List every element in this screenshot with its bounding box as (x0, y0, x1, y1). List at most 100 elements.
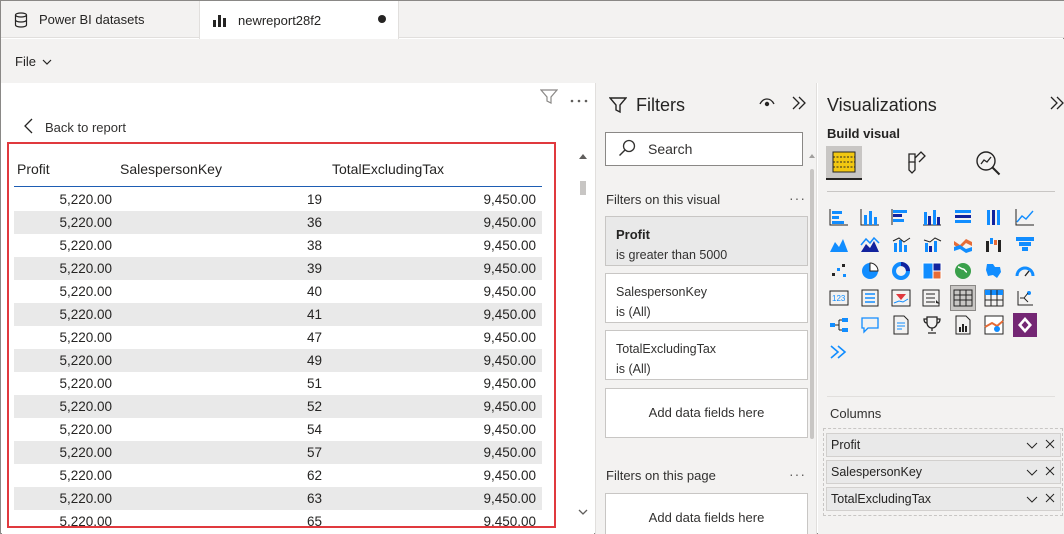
table-scrollbar[interactable] (578, 153, 588, 518)
scroll-thumb[interactable] (810, 169, 814, 439)
table-row[interactable]: 5,220.00 49 9,450.00 (14, 349, 542, 372)
field-pill-salespersonkey[interactable]: SalespersonKey (826, 460, 1061, 484)
clustered-column-chart-icon[interactable] (920, 205, 944, 229)
line-chart-icon[interactable] (1013, 205, 1037, 229)
table-row[interactable]: 5,220.00 40 9,450.00 (14, 280, 542, 303)
stacked-bar-chart-icon[interactable] (827, 205, 851, 229)
more-visuals-chevron-icon[interactable] (827, 340, 851, 364)
donut-chart-icon[interactable] (889, 259, 913, 283)
map-icon[interactable] (951, 259, 975, 283)
table-row[interactable]: 5,220.00 39 9,450.00 (14, 257, 542, 280)
smart-narrative-icon[interactable] (889, 313, 913, 337)
more-options-icon[interactable] (570, 91, 588, 106)
close-icon[interactable] (1044, 465, 1056, 480)
eye-icon[interactable] (759, 97, 775, 112)
pie-chart-icon[interactable] (858, 259, 882, 283)
paginated-report-icon[interactable] (951, 313, 975, 337)
more-options-icon[interactable]: ··· (789, 190, 806, 206)
field-pill-profit[interactable]: Profit (826, 433, 1061, 457)
file-menu[interactable]: File (15, 54, 52, 69)
line-and-stacked-column-chart-icon[interactable] (889, 232, 913, 256)
100-stacked-bar-chart-icon[interactable] (951, 205, 975, 229)
matrix-icon[interactable] (982, 286, 1006, 310)
table-row[interactable]: 5,220.00 52 9,450.00 (14, 395, 542, 418)
column-header-totalexcludingtax[interactable]: TotalExcludingTax (332, 161, 444, 177)
column-header-salespersonkey[interactable]: SalespersonKey (120, 161, 222, 177)
collapse-pane-icon[interactable] (792, 96, 806, 113)
table-row[interactable]: 5,220.00 62 9,450.00 (14, 464, 542, 487)
multi-row-card-icon[interactable] (858, 286, 882, 310)
power-apps-icon[interactable] (1013, 313, 1037, 337)
table-cell: 9,450.00 (483, 422, 536, 437)
tab-newreport[interactable]: newreport28f2 (199, 1, 399, 39)
area-chart-icon[interactable] (827, 232, 851, 256)
azure-map-icon[interactable] (982, 313, 1006, 337)
treemap-icon[interactable] (920, 259, 944, 283)
filter-card-condition: is greater than 5000 (616, 248, 728, 262)
100-stacked-column-chart-icon[interactable] (982, 205, 1006, 229)
format-visual-icon[interactable] (898, 146, 934, 180)
analytics-icon[interactable] (970, 146, 1006, 180)
table-row[interactable]: 5,220.00 65 9,450.00 (14, 510, 542, 526)
scatter-chart-icon[interactable] (827, 259, 851, 283)
kpi-icon[interactable] (889, 286, 913, 310)
waterfall-chart-icon[interactable] (982, 232, 1006, 256)
table-row[interactable]: 5,220.00 57 9,450.00 (14, 441, 542, 464)
add-data-fields-page-dropzone[interactable]: Add data fields here (605, 493, 808, 534)
table-row[interactable]: 5,220.00 63 9,450.00 (14, 487, 542, 510)
table-icon[interactable] (950, 285, 976, 311)
table-row[interactable]: 5,220.00 41 9,450.00 (14, 303, 542, 326)
back-to-report-button[interactable]: Back to report (24, 118, 126, 137)
filter-card-totalexcludingtax[interactable]: TotalExcludingTax is (All) (605, 330, 808, 380)
report-canvas: Back to report Profit SalespersonKey Tot… (2, 83, 594, 534)
filter-card-salespersonkey[interactable]: SalespersonKey is (All) (605, 273, 808, 323)
table-cell: 5,220.00 (59, 284, 112, 299)
q-and-a-icon[interactable] (858, 313, 882, 337)
close-icon[interactable] (1044, 438, 1056, 453)
table-cell: 36 (306, 215, 322, 230)
table-row[interactable]: 5,220.00 51 9,450.00 (14, 372, 542, 395)
decomposition-tree-icon[interactable] (1013, 286, 1037, 310)
chevron-down-icon[interactable] (1026, 466, 1038, 480)
scroll-thumb[interactable] (580, 181, 586, 195)
column-header-profit[interactable]: Profit (17, 161, 50, 177)
table-cell: 9,450.00 (483, 307, 536, 322)
stacked-column-chart-icon[interactable] (858, 205, 882, 229)
table-row[interactable]: 5,220.00 47 9,450.00 (14, 326, 542, 349)
key-influencers-icon[interactable] (827, 313, 851, 337)
chevron-down-icon[interactable] (1026, 439, 1038, 453)
funnel-chart-icon[interactable] (1013, 232, 1037, 256)
table-row[interactable]: 5,220.00 36 9,450.00 (14, 211, 542, 234)
chevron-down-icon[interactable] (1026, 493, 1038, 507)
collapse-pane-icon[interactable] (1050, 96, 1064, 113)
filled-map-icon[interactable] (982, 259, 1006, 283)
filter-icon[interactable] (539, 89, 559, 108)
field-pill-totalexcludingtax[interactable]: TotalExcludingTax (826, 487, 1061, 511)
table-cell: 9,450.00 (483, 192, 536, 207)
filters-on-page-label: Filters on this page (606, 468, 716, 483)
table-cell: 9,450.00 (483, 330, 536, 345)
close-icon[interactable] (1044, 492, 1056, 507)
stacked-area-chart-icon[interactable] (858, 232, 882, 256)
tab-label: newreport28f2 (238, 12, 322, 28)
clustered-bar-chart-icon[interactable] (889, 205, 913, 229)
filters-search-input[interactable]: Search (605, 132, 803, 166)
filter-card-name: Profit (616, 227, 650, 242)
table-row[interactable]: 5,220.00 38 9,450.00 (14, 234, 542, 257)
build-visual-fields-icon[interactable] (826, 146, 862, 180)
table-cell: 9,450.00 (483, 468, 536, 483)
line-and-clustered-column-chart-icon[interactable] (920, 232, 944, 256)
filter-card-profit[interactable]: Profit is greater than 5000 (605, 216, 808, 266)
card-icon[interactable]: 123 (827, 286, 851, 310)
table-visual[interactable]: Profit SalespersonKey TotalExcludingTax … (7, 142, 556, 528)
table-row[interactable]: 5,220.00 19 9,450.00 (14, 188, 542, 211)
gauge-icon[interactable] (1013, 259, 1037, 283)
slicer-icon[interactable] (920, 286, 944, 310)
add-data-fields-visual-dropzone[interactable]: Add data fields here (605, 388, 808, 438)
tab-power-bi-datasets[interactable]: Power BI datasets (1, 1, 199, 38)
more-options-icon[interactable]: ··· (789, 466, 806, 482)
table-row[interactable]: 5,220.00 54 9,450.00 (14, 418, 542, 441)
ribbon-chart-icon[interactable] (951, 232, 975, 256)
trophy-icon[interactable] (920, 313, 944, 337)
filters-scrollbar[interactable] (809, 154, 815, 451)
